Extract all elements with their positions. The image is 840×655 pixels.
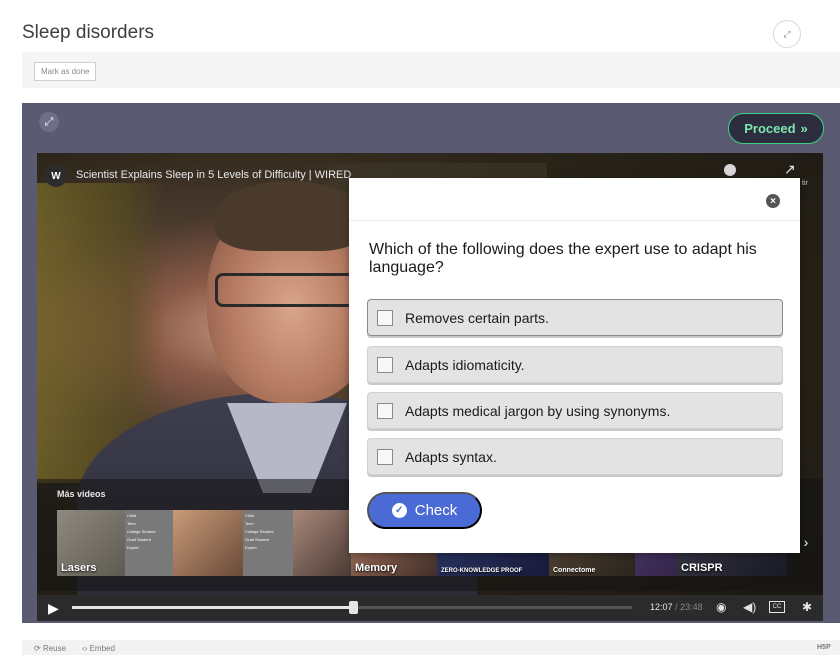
answer-option[interactable]: Adapts medical jargon by using synonyms. [367,392,783,429]
close-icon[interactable]: × [766,194,780,208]
thumbnail-caption: ZERO-KNOWLEDGE PROOF [441,568,523,574]
video-thumbnail[interactable] [293,510,351,576]
watch-later-icon[interactable] [724,164,736,176]
video-thumbnail[interactable]: Lasers [57,510,125,576]
expand-arrows-icon[interactable]: ⤢ [773,20,801,48]
channel-logo[interactable]: W [45,165,67,187]
seek-bar-fill [72,606,352,609]
thumbnail-caption: Connectome [553,567,596,574]
page: Sleep disorders ⤢ Mark as done ⤢ Proceed… [0,0,840,655]
captions-icon[interactable]: CC [769,601,785,613]
level-label: College Student [127,529,156,534]
total-time: 23:48 [680,602,703,612]
play-icon[interactable]: ▶ [48,600,59,617]
thumbnail-caption: Memory [355,562,398,574]
mark-as-done-button[interactable]: Mark as done [34,62,97,81]
level-label: College Student [245,529,274,534]
share-label: tir [802,180,808,187]
check-circle-icon: ✓ [391,503,407,518]
video-thumbnail-levels[interactable]: Child Teen College Student Grad Student … [243,510,293,576]
level-label: Teen [127,521,136,526]
time-display: 12:07 / 23:48 [650,602,703,612]
seek-bar[interactable] [72,601,632,614]
thumbnail-caption: Lasers [61,562,97,574]
share-icon[interactable]: ↗ [784,161,796,178]
answer-label: Adapts syntax. [405,448,497,465]
video-thumbnail-levels[interactable]: Child Teen College Student Grad Student … [125,510,173,576]
reuse-link[interactable]: ⟳ Reuse [34,644,66,653]
speaker-glasses [215,273,369,307]
h5p-logo[interactable]: H5P [817,644,831,651]
dialog-divider [349,220,800,221]
fullscreen-icon[interactable]: ⤢ [39,112,59,132]
speed-icon[interactable]: ◉ [716,600,726,614]
double-chevron-icon: » [800,121,808,136]
video-title[interactable]: Scientist Explains Sleep in 5 Levels of … [76,169,351,181]
answer-option[interactable]: Adapts syntax. [367,438,783,475]
level-label: Grad Student [127,537,151,542]
level-label: Teen [245,521,254,526]
level-label: Child [127,513,137,518]
answer-checkbox[interactable] [377,309,393,326]
speaker-hair [215,181,365,251]
seek-handle[interactable] [349,601,358,614]
answer-option[interactable]: Adapts idiomaticity. [367,346,783,383]
toolbar-strip [22,52,840,88]
answer-checkbox[interactable] [377,356,393,373]
level-label: Grad Student [245,537,269,542]
quiz-question: Which of the following does the expert u… [369,241,757,276]
answer-label: Removes certain parts. [405,309,549,326]
page-title: Sleep disorders [22,22,155,43]
video-thumbnail[interactable] [173,510,243,576]
proceed-button[interactable]: Proceed » [728,113,824,144]
level-label: Expert [245,545,257,550]
thumbnail-caption: CRISPR [681,562,723,574]
answer-label: Adapts idiomaticity. [405,356,525,373]
embed-label: Embed [89,644,115,653]
answer-label: Adapts medical jargon by using synonyms. [405,402,671,419]
level-label: Child [245,513,255,518]
answer-option[interactable]: Removes certain parts. [367,299,783,336]
current-time: 12:07 [650,602,673,612]
more-videos-label: Más videos [57,489,106,499]
check-button[interactable]: ✓ Check [367,492,482,529]
volume-icon[interactable]: ◀) [743,600,756,614]
gear-icon[interactable]: ✱ [802,600,812,614]
check-label: Check [414,502,458,519]
answer-checkbox[interactable] [377,402,393,419]
embed-link[interactable]: ‹› Embed [82,644,115,653]
footer-bar [22,640,840,655]
proceed-label: Proceed [744,121,796,136]
quiz-dialog: × Which of the following does the expert… [349,178,800,553]
level-label: Expert [127,545,139,550]
reuse-label: Reuse [42,644,67,653]
answer-checkbox[interactable] [377,448,393,465]
